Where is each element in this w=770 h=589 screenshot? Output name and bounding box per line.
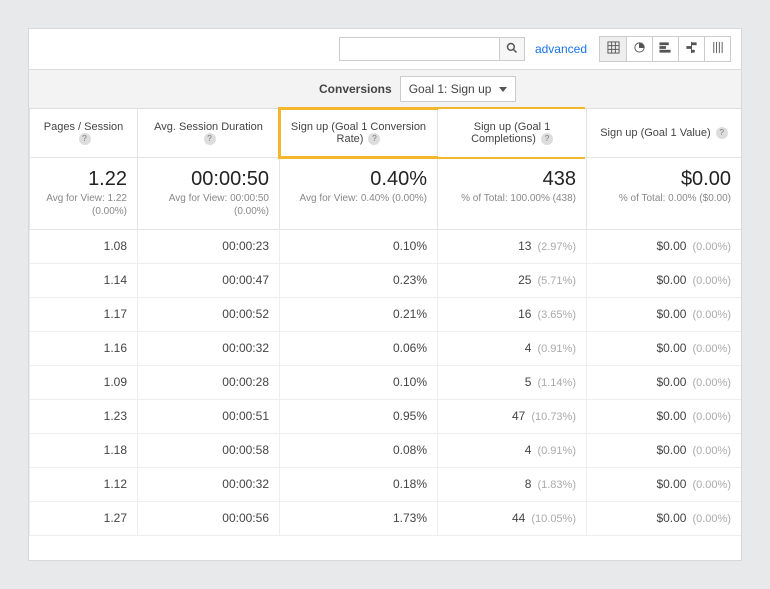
conversions-label: Conversions: [319, 82, 392, 96]
table-row[interactable]: 1.1700:00:520.21%16(3.65%)$0.00(0.00%): [30, 297, 742, 331]
col-header-conv-rate[interactable]: Sign up (Goal 1 Conversion Rate) ?: [280, 109, 438, 157]
cell-value: $0.00(0.00%): [587, 501, 742, 535]
cell-value: $0.00(0.00%): [587, 263, 742, 297]
cell-duration: 00:00:23: [138, 229, 280, 263]
pie-icon: [633, 41, 646, 57]
help-icon[interactable]: ?: [368, 133, 380, 145]
cell-pages: 1.14: [30, 263, 138, 297]
cell-rate: 0.06%: [280, 331, 438, 365]
view-performance-button[interactable]: [652, 37, 678, 61]
col-header-pages[interactable]: Pages / Session?: [30, 109, 138, 157]
summary-pages: 1.22: [36, 168, 127, 190]
toolbar: advanced: [29, 29, 741, 69]
table-row[interactable]: 1.1200:00:320.18%8(1.83%)$0.00(0.00%): [30, 467, 742, 501]
cell-completions: 44(10.05%): [438, 501, 587, 535]
cell-completions: 13(2.97%): [438, 229, 587, 263]
chevron-down-icon: [499, 87, 507, 92]
bars-icon: [659, 41, 672, 57]
col-header-value[interactable]: Sign up (Goal 1 Value) ?: [587, 109, 742, 157]
cell-rate: 0.95%: [280, 399, 438, 433]
summary-row: 1.22Avg for View: 1.22 (0.00%) 00:00:50A…: [30, 157, 742, 229]
search-wrap: [339, 37, 525, 61]
cell-duration: 00:00:47: [138, 263, 280, 297]
table-row[interactable]: 1.1600:00:320.06%4(0.91%)$0.00(0.00%): [30, 331, 742, 365]
cell-value: $0.00(0.00%): [587, 229, 742, 263]
view-pie-button[interactable]: [626, 37, 652, 61]
comparison-icon: [685, 41, 698, 57]
cell-pages: 1.27: [30, 501, 138, 535]
table-row[interactable]: 1.2300:00:510.95%47(10.73%)$0.00(0.00%): [30, 399, 742, 433]
report-panel: advanced Conversions Goal 1: Sign up Pag…: [28, 28, 742, 561]
cell-completions: 5(1.14%): [438, 365, 587, 399]
cell-value: $0.00(0.00%): [587, 365, 742, 399]
cell-value: $0.00(0.00%): [587, 297, 742, 331]
table-row[interactable]: 1.0800:00:230.10%13(2.97%)$0.00(0.00%): [30, 229, 742, 263]
cell-rate: 0.10%: [280, 365, 438, 399]
view-comparison-button[interactable]: [678, 37, 704, 61]
search-icon: [506, 42, 518, 57]
summary-rate: 0.40%: [286, 168, 427, 190]
cell-pages: 1.08: [30, 229, 138, 263]
cell-completions: 4(0.91%): [438, 433, 587, 467]
summary-value: $0.00: [593, 168, 731, 190]
help-icon[interactable]: ?: [716, 127, 728, 139]
cell-rate: 0.23%: [280, 263, 438, 297]
table-row[interactable]: 1.0900:00:280.10%5(1.14%)$0.00(0.00%): [30, 365, 742, 399]
search-input[interactable]: [339, 37, 499, 61]
cell-rate: 1.73%: [280, 501, 438, 535]
summary-value-sub: % of Total: 0.00% ($0.00): [593, 192, 731, 206]
search-button[interactable]: [499, 37, 525, 61]
cell-completions: 8(1.83%): [438, 467, 587, 501]
cell-completions: 25(5.71%): [438, 263, 587, 297]
cell-pages: 1.23: [30, 399, 138, 433]
goal-selected-text: Goal 1: Sign up: [409, 82, 492, 96]
cell-duration: 00:00:56: [138, 501, 280, 535]
table-row[interactable]: 1.1800:00:580.08%4(0.91%)$0.00(0.00%): [30, 433, 742, 467]
view-table-button[interactable]: [600, 37, 626, 61]
cell-pages: 1.16: [30, 331, 138, 365]
cell-duration: 00:00:32: [138, 467, 280, 501]
cell-pages: 1.18: [30, 433, 138, 467]
cell-rate: 0.18%: [280, 467, 438, 501]
summary-duration: 00:00:50: [144, 168, 269, 190]
cell-value: $0.00(0.00%): [587, 433, 742, 467]
cell-rate: 0.10%: [280, 229, 438, 263]
cell-value: $0.00(0.00%): [587, 467, 742, 501]
cell-pages: 1.09: [30, 365, 138, 399]
view-buttons: [599, 36, 731, 62]
cell-completions: 4(0.91%): [438, 331, 587, 365]
cell-duration: 00:00:58: [138, 433, 280, 467]
table-row[interactable]: 1.1400:00:470.23%25(5.71%)$0.00(0.00%): [30, 263, 742, 297]
cell-pages: 1.17: [30, 297, 138, 331]
summary-completions-sub: % of Total: 100.00% (438): [444, 192, 576, 206]
cell-duration: 00:00:32: [138, 331, 280, 365]
advanced-link[interactable]: advanced: [535, 42, 587, 56]
cell-value: $0.00(0.00%): [587, 399, 742, 433]
table-icon: [607, 41, 620, 57]
cell-rate: 0.08%: [280, 433, 438, 467]
summary-pages-sub: Avg for View: 1.22 (0.00%): [36, 192, 127, 219]
help-icon[interactable]: ?: [204, 133, 216, 145]
conversions-bar: Conversions Goal 1: Sign up: [29, 69, 741, 109]
help-icon[interactable]: ?: [79, 133, 91, 145]
cell-duration: 00:00:51: [138, 399, 280, 433]
pivot-icon: [711, 41, 724, 57]
help-icon[interactable]: ?: [541, 133, 553, 145]
summary-rate-sub: Avg for View: 0.40% (0.00%): [286, 192, 427, 206]
summary-completions: 438: [444, 168, 576, 190]
cell-value: $0.00(0.00%): [587, 331, 742, 365]
cell-duration: 00:00:28: [138, 365, 280, 399]
cell-duration: 00:00:52: [138, 297, 280, 331]
col-header-completions[interactable]: Sign up (Goal 1 Completions) ?: [438, 109, 587, 157]
summary-duration-sub: Avg for View: 00:00:50 (0.00%): [144, 192, 269, 219]
table-row[interactable]: 1.2700:00:561.73%44(10.05%)$0.00(0.00%): [30, 501, 742, 535]
cell-pages: 1.12: [30, 467, 138, 501]
cell-completions: 16(3.65%): [438, 297, 587, 331]
cell-rate: 0.21%: [280, 297, 438, 331]
report-table: Pages / Session? Avg. Session Duration? …: [29, 109, 742, 536]
cell-completions: 47(10.73%): [438, 399, 587, 433]
col-header-duration[interactable]: Avg. Session Duration?: [138, 109, 280, 157]
view-pivot-button[interactable]: [704, 37, 730, 61]
goal-selector[interactable]: Goal 1: Sign up: [400, 76, 517, 102]
